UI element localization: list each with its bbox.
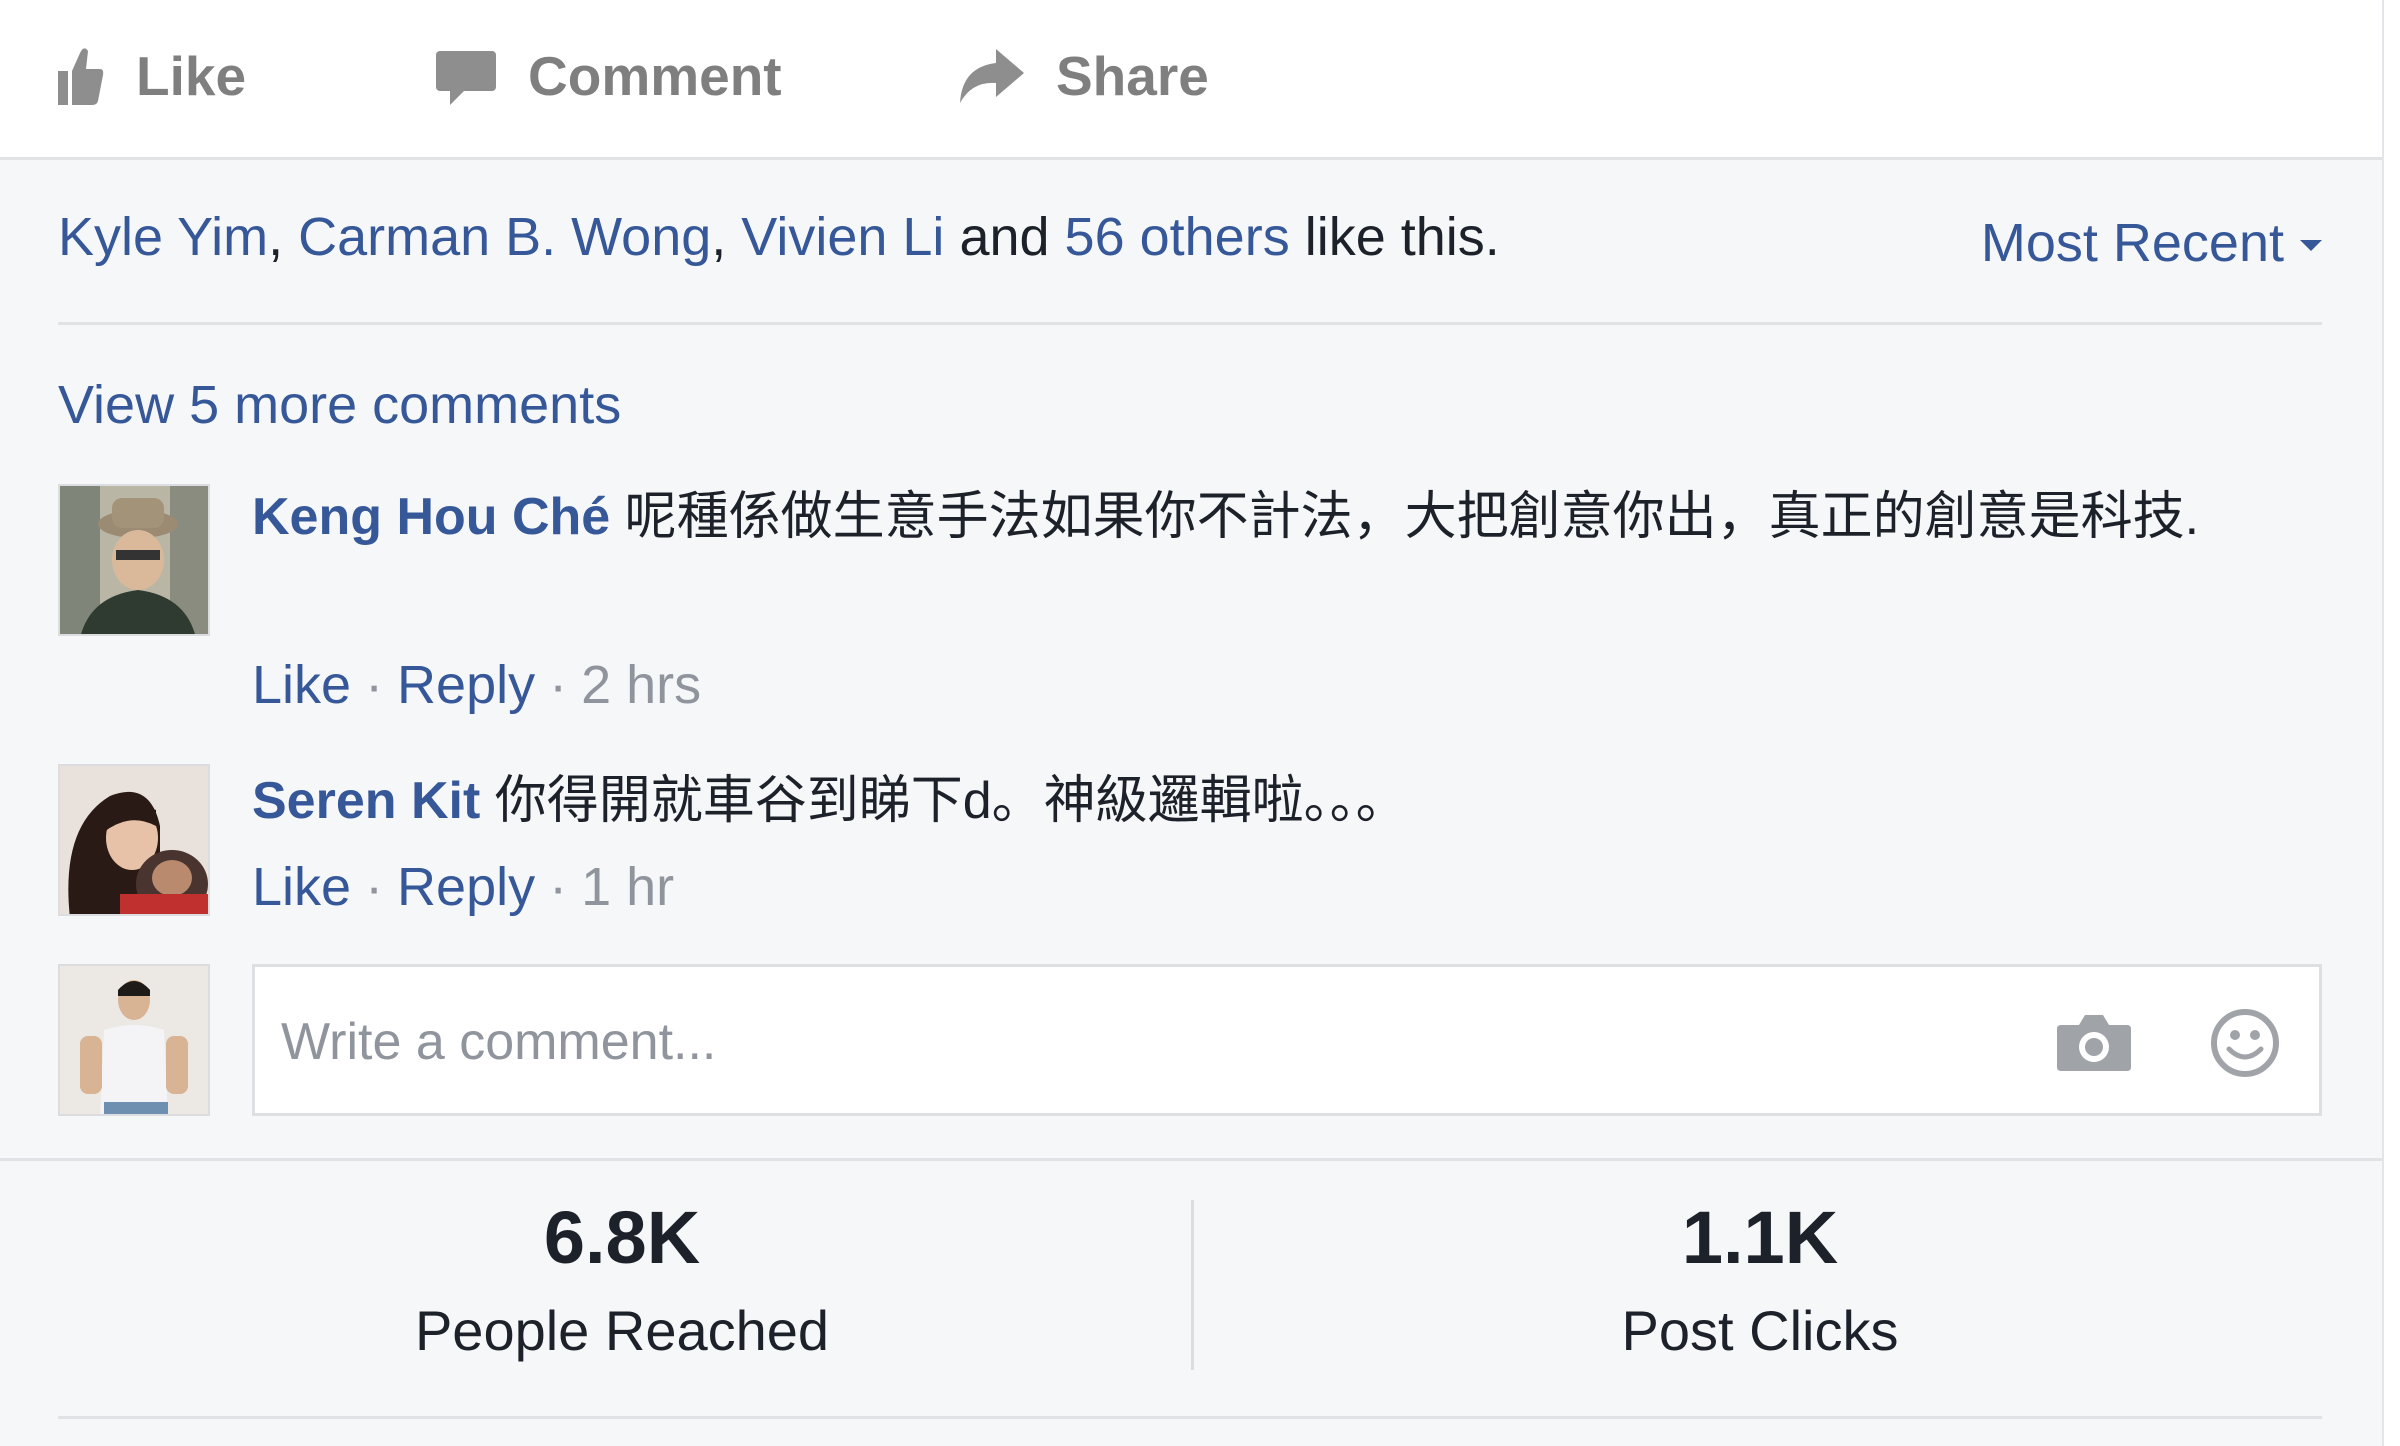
avatar[interactable] [58,764,210,916]
comment-reply-link[interactable]: Reply [397,857,535,917]
stat-label: Post Clicks [1621,1299,1899,1362]
comment-label: Comment [528,45,782,107]
share-button[interactable]: Share [956,38,1209,114]
meta-dot: · [549,655,568,715]
sort-label: Most Recent [1980,213,2284,273]
likes-and: and [944,207,1065,267]
stats-separator [1191,1200,1194,1370]
action-bar: Like Comment Share [0,0,2382,160]
avatar[interactable] [58,484,210,636]
like-label: Like [136,45,247,107]
meta-dot: · [549,857,568,917]
avatar-photo [60,766,208,914]
likes-summary: Kyle Yim, Carman B. Wong, Vivien Li and … [58,206,1500,268]
comment-author-link[interactable]: Seren Kit [252,772,480,830]
caret-down-icon [2300,239,2322,251]
scrollbar-gutter [2382,0,2400,1446]
stat-value: 6.8K [543,1196,701,1279]
liker-name-3[interactable]: Vivien Li [741,207,944,267]
comment-timestamp[interactable]: 2 hrs [581,655,701,715]
comment-text: 呢種係做生意手法如果你不計法，大把創意你出，真正的創意是科技. [624,488,2200,546]
comment-sort-dropdown[interactable]: Most Recent [1981,212,2322,274]
comment-author-link[interactable]: Keng Hou Ché [252,488,610,546]
stat-people-reached: 6.8K People Reached [122,1190,1122,1363]
likes-separator: , [711,207,742,267]
comment-body: Seren Kit 你得開就車谷到睇下d。神級邏輯啦。。。 [252,762,2312,840]
avatar-photo [60,486,208,634]
comment-button[interactable]: Comment [436,38,782,114]
stat-label: People Reached [414,1299,830,1362]
camera-icon[interactable] [2057,1011,2131,1071]
comment-timestamp[interactable]: 1 hr [581,857,674,917]
comment-text: 你得開就車谷到睇下d。神級邏輯啦。。。 [494,772,1408,830]
comment-input[interactable] [281,1007,2081,1077]
share-arrow-icon [960,49,1024,103]
speech-bubble-icon [436,51,496,105]
view-more-comments-link[interactable]: View 5 more comments [58,374,621,436]
smiley-icon[interactable] [2209,1007,2281,1079]
divider [58,1416,2322,1419]
share-label: Share [1056,45,1209,107]
liker-name-2[interactable]: Carman B. Wong [298,207,711,267]
comment-like-link[interactable]: Like [252,655,351,715]
comment-composer [252,964,2322,1116]
avatar-photo [60,966,208,1114]
divider [58,322,2322,325]
likes-others-link[interactable]: 56 others [1065,207,1290,267]
comment-like-link[interactable]: Like [252,857,351,917]
post-feedback-panel: Like Comment Share Kyle Yim, Carman B. W… [0,0,2382,1446]
comment-body: Keng Hou Ché 呢種係做生意手法如果你不計法，大把創意你出，真正的創意… [252,478,2312,556]
meta-dot: · [365,655,384,715]
current-user-avatar [58,964,210,1116]
comment-meta: Like · Reply · 1 hr [252,856,674,918]
like-button[interactable]: Like [58,38,246,114]
thumbs-up-icon [58,48,104,105]
comment-meta: Like · Reply · 2 hrs [252,654,701,716]
stat-value: 1.1K [1681,1196,1839,1279]
meta-dot: · [365,857,384,917]
liker-name-1[interactable]: Kyle Yim [58,207,268,267]
divider [0,1158,2382,1161]
likes-suffix: like this. [1289,207,1500,267]
stat-post-clicks: 1.1K Post Clicks [1260,1190,2260,1363]
comment-reply-link[interactable]: Reply [397,655,535,715]
likes-separator: , [268,207,299,267]
